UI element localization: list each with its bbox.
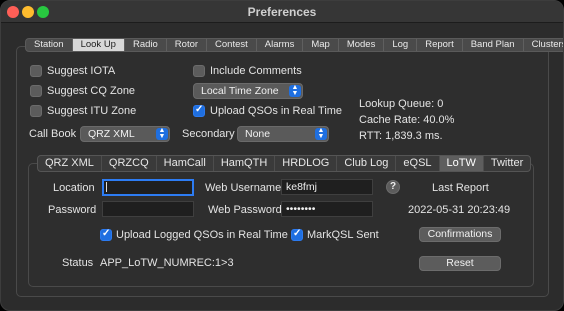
suggest-cq-zone-checkbox[interactable]	[30, 85, 42, 97]
call-book-value: QRZ XML	[88, 128, 135, 140]
web-username-label: Web Username	[205, 182, 282, 194]
tab-clusters[interactable]: Clusters	[524, 39, 563, 51]
cache-rate-text: Cache Rate: 40.0%	[359, 114, 455, 126]
include-comments-checkbox[interactable]	[193, 65, 205, 77]
web-username-field[interactable]: ke8fmj	[281, 179, 373, 195]
call-book-label: Call Book	[29, 128, 77, 140]
title-bar: Preferences	[1, 1, 563, 23]
last-report-timestamp: 2022-05-31 20:23:49	[408, 204, 511, 216]
subtab-hamcall[interactable]: HamCall	[157, 156, 214, 171]
status-value: APP_LoTW_NUMREC:1>3	[100, 257, 234, 269]
upload-logged-qsos-label: Upload Logged QSOs in Real Time	[116, 229, 288, 241]
tab-band-plan[interactable]: Band Plan	[463, 39, 524, 51]
tab-radio[interactable]: Radio	[125, 39, 167, 51]
markqsl-sent-checkbox[interactable]	[291, 228, 303, 241]
status-label: Status	[62, 257, 94, 269]
tab-contest[interactable]: Contest	[207, 39, 257, 51]
location-field[interactable]	[102, 179, 194, 196]
upload-qsos-realtime-checkbox[interactable]	[193, 104, 205, 117]
chevron-updown-icon: ▲ ▼	[315, 127, 327, 140]
secondary-popup[interactable]: None ▲ ▼	[237, 126, 329, 142]
tab-report[interactable]: Report	[417, 39, 463, 51]
suggest-itu-zone-label: Suggest ITU Zone	[47, 105, 137, 117]
subtab-hamqth[interactable]: HamQTH	[214, 156, 276, 171]
suggest-iota-label: Suggest IOTA	[47, 65, 116, 77]
suggest-iota-checkbox[interactable]	[30, 65, 42, 77]
window-title: Preferences	[247, 5, 317, 19]
subtab-lotw[interactable]: LoTW	[439, 156, 484, 171]
time-zone-popup[interactable]: Local Time Zone ▲ ▼	[193, 83, 303, 99]
subtab-eqsl[interactable]: eQSL	[396, 156, 440, 171]
last-report-label: Last Report	[432, 182, 489, 194]
secondary-value: None	[245, 128, 271, 140]
preferences-tab-bar: Station Look Up Radio Rotor Contest Alar…	[25, 38, 563, 52]
suggest-cq-zone-label: Suggest CQ Zone	[47, 85, 136, 97]
location-label: Location	[53, 182, 95, 194]
lookup-queue-text: Lookup Queue: 0	[359, 98, 444, 110]
upload-qsos-realtime-label: Upload QSOs in Real Time	[210, 105, 343, 117]
web-password-label: Web Password	[208, 204, 282, 216]
password-field[interactable]	[102, 201, 194, 217]
tab-log[interactable]: Log	[384, 39, 418, 51]
subtab-qrz-xml[interactable]: QRZ XML	[38, 156, 102, 171]
upload-logged-qsos-checkbox[interactable]	[100, 228, 112, 241]
markqsl-sent-label: MarkQSL Sent	[307, 229, 379, 241]
confirmations-button[interactable]: Confirmations	[419, 227, 501, 242]
chevron-updown-icon: ▲ ▼	[156, 127, 168, 140]
subtab-club-log[interactable]: Club Log	[337, 156, 397, 171]
subtab-twitter[interactable]: Twitter	[484, 156, 530, 171]
tab-station[interactable]: Station	[26, 39, 73, 51]
include-comments-label: Include Comments	[210, 65, 302, 77]
suggest-itu-zone-checkbox[interactable]	[30, 105, 42, 117]
tab-alarms[interactable]: Alarms	[257, 39, 304, 51]
password-label: Password	[48, 204, 97, 216]
reset-button[interactable]: Reset	[419, 256, 501, 271]
chevron-updown-icon: ▲ ▼	[289, 84, 301, 97]
tab-modes[interactable]: Modes	[339, 39, 385, 51]
subtab-qrzcq[interactable]: QRZCQ	[102, 156, 157, 171]
tab-rotor[interactable]: Rotor	[167, 39, 208, 51]
preferences-window: Preferences Station Look Up Radio Rotor …	[0, 0, 564, 311]
rtt-text: RTT: 1,839.3 ms.	[359, 130, 443, 142]
secondary-label: Secondary	[182, 128, 235, 140]
tab-look-up[interactable]: Look Up	[72, 39, 125, 51]
web-password-field[interactable]: ••••••••	[281, 201, 373, 217]
tab-map[interactable]: Map	[303, 39, 339, 51]
time-zone-value: Local Time Zone	[201, 85, 279, 97]
subtab-hrdlog[interactable]: HRDLOG	[275, 156, 338, 171]
call-book-popup[interactable]: QRZ XML ▲ ▼	[80, 126, 170, 142]
help-icon[interactable]: ?	[386, 180, 400, 194]
service-tab-bar: QRZ XML QRZCQ HamCall HamQTH HRDLOG Club…	[37, 155, 532, 172]
